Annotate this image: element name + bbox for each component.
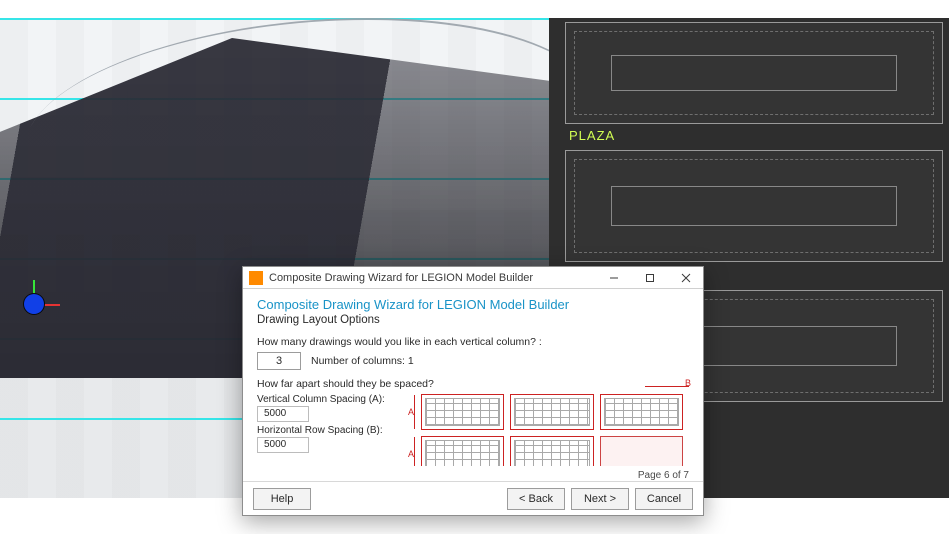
dimension-a-marker: A <box>410 437 420 466</box>
close-button[interactable] <box>671 268 701 288</box>
dialog-body: Composite Drawing Wizard for LEGION Mode… <box>243 289 703 466</box>
question-spacing: How far apart should they be spaced? <box>257 378 689 390</box>
close-icon <box>681 273 691 283</box>
vertical-spacing-label: Vertical Column Spacing (A): <box>257 394 407 405</box>
minimize-icon <box>609 273 619 283</box>
gizmo-z-ball <box>24 294 44 314</box>
preview-cell: A <box>421 436 504 466</box>
drawings-per-column-input[interactable]: 3 <box>257 352 301 370</box>
workspace: PLAZA CONCOURSE Y X PLATFORM Composite D… <box>0 0 949 534</box>
back-button[interactable]: < Back <box>507 488 565 510</box>
dialog-titlebar[interactable]: Composite Drawing Wizard for LEGION Mode… <box>243 267 703 289</box>
vertical-spacing-input[interactable]: 5000 <box>257 406 309 422</box>
maximize-icon <box>645 273 655 283</box>
wizard-heading: Composite Drawing Wizard for LEGION Mode… <box>257 297 689 312</box>
columns-count-label: Number of columns: 1 <box>311 355 414 367</box>
wizard-dialog: Composite Drawing Wizard for LEGION Mode… <box>242 266 704 516</box>
app-icon <box>249 271 263 285</box>
plan-sheet-plaza[interactable] <box>565 22 943 124</box>
preview-cell: A <box>421 394 504 430</box>
preview-cell <box>510 394 593 430</box>
plan-sheet-concourse[interactable] <box>565 150 943 262</box>
horizontal-spacing-input[interactable]: 5000 <box>257 437 309 453</box>
layout-preview: B A A <box>421 394 689 466</box>
question-drawing-count: How many drawings would you like in each… <box>257 336 689 348</box>
plan-label-plaza: PLAZA <box>569 128 615 143</box>
preview-cell <box>510 436 593 466</box>
maximize-button[interactable] <box>635 268 665 288</box>
view-gizmo-3d[interactable] <box>18 288 54 324</box>
next-button[interactable]: Next > <box>571 488 629 510</box>
dialog-title: Composite Drawing Wizard for LEGION Mode… <box>269 272 593 284</box>
minimize-button[interactable] <box>599 268 629 288</box>
wizard-page-indicator: Page 6 of 7 <box>243 466 703 481</box>
cancel-button[interactable]: Cancel <box>635 488 693 510</box>
horizontal-spacing-label: Horizontal Row Spacing (B): <box>257 425 407 436</box>
dialog-footer: Help < Back Next > Cancel <box>243 481 703 515</box>
dimension-b-marker: B <box>645 382 689 392</box>
dimension-a-marker: A <box>410 395 420 429</box>
wizard-subheading: Drawing Layout Options <box>257 314 689 326</box>
help-button[interactable]: Help <box>253 488 311 510</box>
preview-cell-empty <box>600 436 683 466</box>
preview-cell <box>600 394 683 430</box>
